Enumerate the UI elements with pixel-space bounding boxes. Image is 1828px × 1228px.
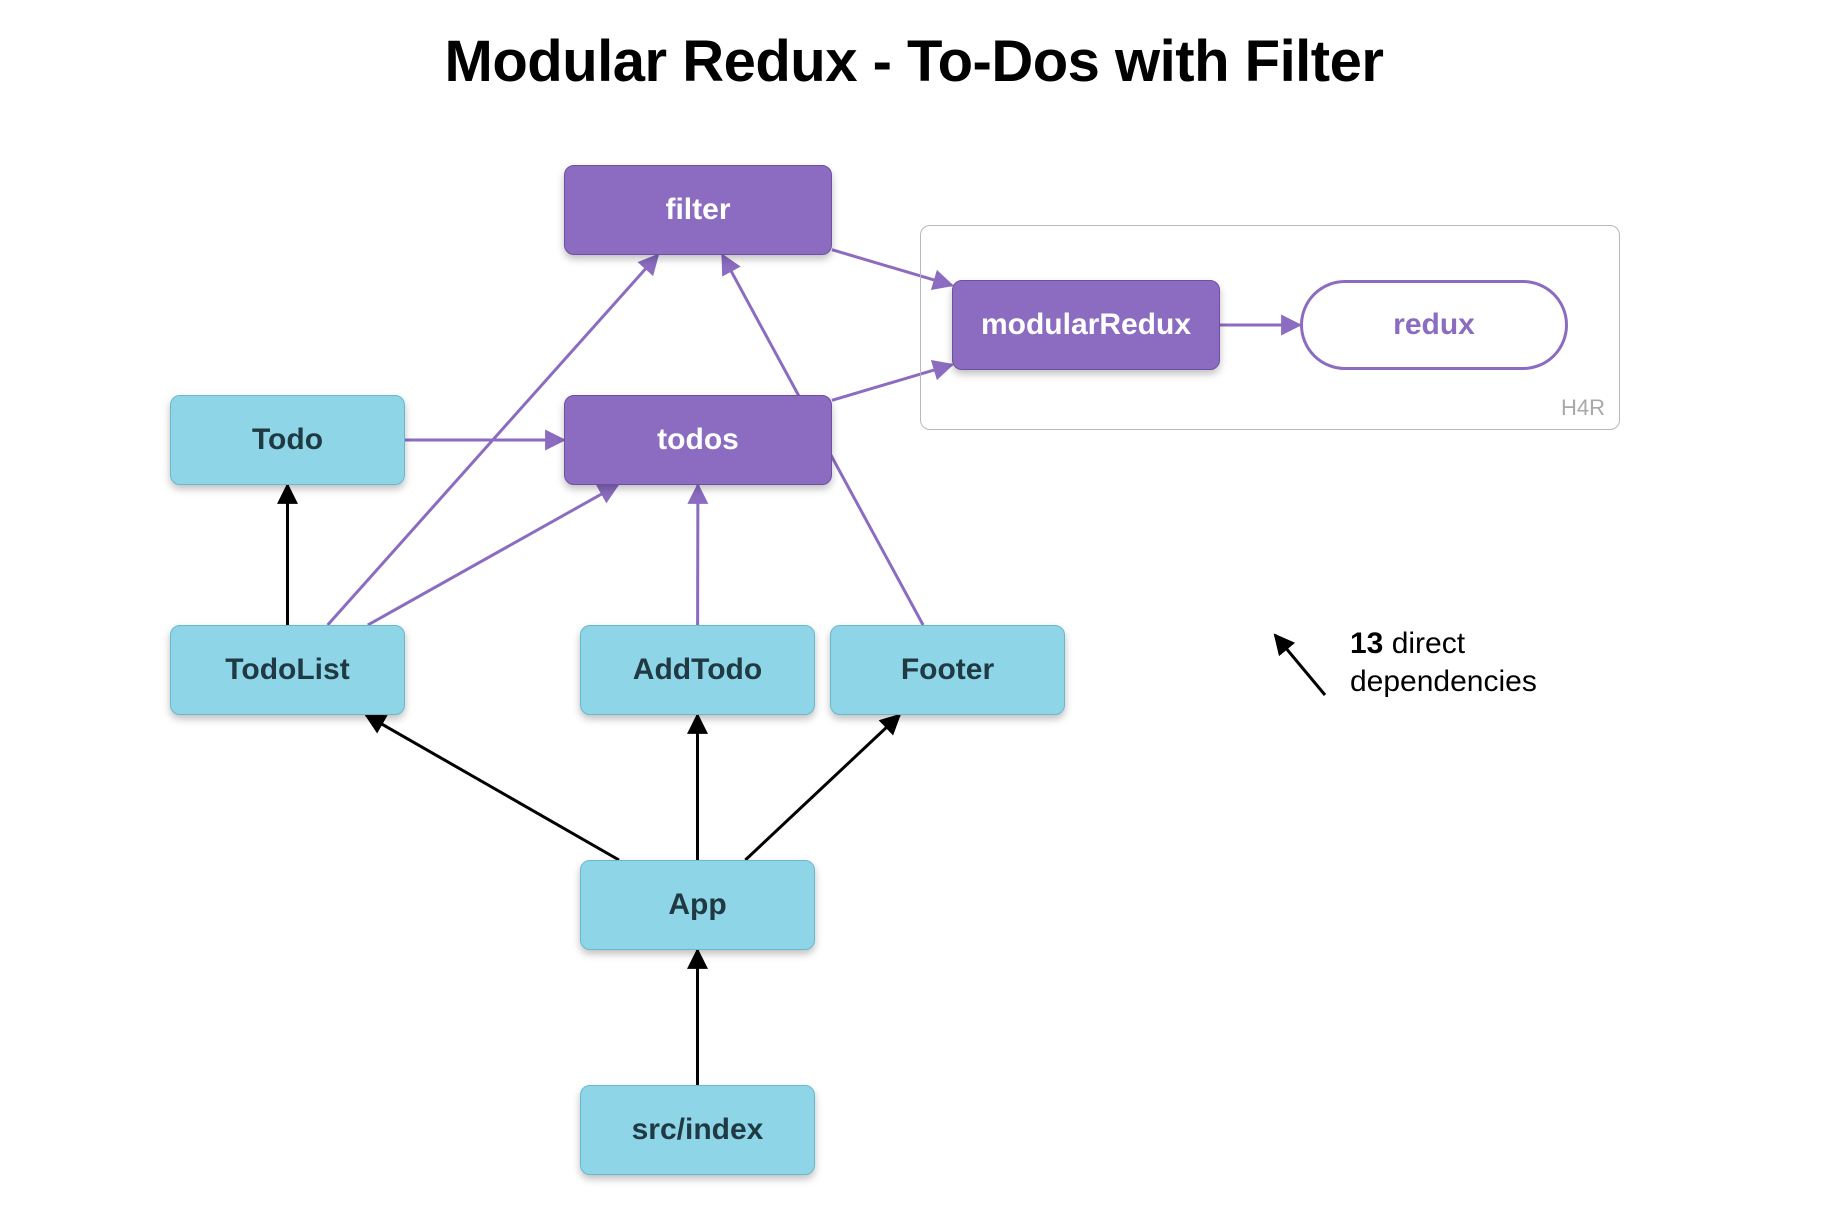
node-modularRedux: modularRedux — [952, 280, 1220, 370]
edges-layer — [0, 0, 1828, 1228]
node-label: modularRedux — [981, 308, 1191, 342]
node-label: Footer — [901, 653, 994, 687]
node-srcIndex: src/index — [580, 1085, 815, 1175]
diagram-title: Modular Redux - To-Dos with Filter — [0, 28, 1828, 95]
node-label: filter — [665, 193, 730, 227]
node-App: App — [580, 860, 815, 950]
node-Todo: Todo — [170, 395, 405, 485]
node-filter: filter — [564, 165, 832, 255]
node-label: App — [668, 888, 726, 922]
diagram-canvas: Modular Redux - To-Dos with Filter H4R f… — [0, 0, 1828, 1228]
edge-App-to-Footer — [745, 715, 899, 860]
node-label: redux — [1393, 308, 1475, 342]
legend-text: 13 direct dependencies — [1350, 625, 1537, 700]
edge-App-to-TodoList — [366, 715, 619, 860]
node-label: todos — [657, 423, 739, 457]
node-Footer: Footer — [830, 625, 1065, 715]
legend-count: 13 — [1350, 627, 1383, 660]
node-label: Todo — [252, 423, 323, 457]
legend-arrow-icon — [1275, 635, 1325, 695]
node-label: AddTodo — [633, 653, 762, 687]
group-label: H4R — [1561, 395, 1605, 421]
node-todos: todos — [564, 395, 832, 485]
node-label: TodoList — [225, 653, 349, 687]
node-label: src/index — [632, 1113, 764, 1147]
node-TodoList: TodoList — [170, 625, 405, 715]
edge-TodoList-to-todos — [368, 485, 618, 625]
node-redux: redux — [1300, 280, 1568, 370]
node-AddTodo: AddTodo — [580, 625, 815, 715]
legend-line2: dependencies — [1350, 665, 1537, 698]
legend-line1: direct — [1383, 627, 1465, 660]
